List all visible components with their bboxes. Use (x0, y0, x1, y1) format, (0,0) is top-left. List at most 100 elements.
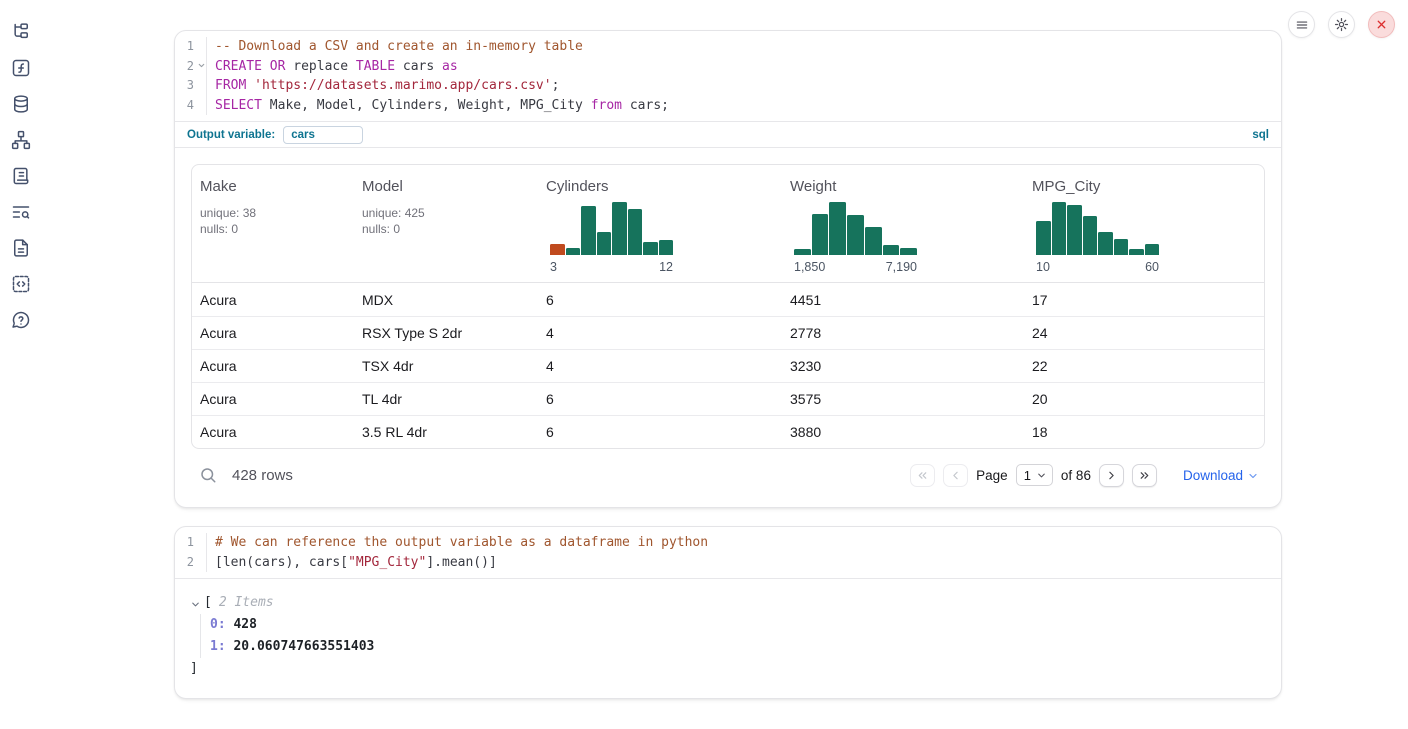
table-row[interactable]: AcuraMDX6445117 (192, 283, 1264, 316)
code-line[interactable]: 2[len(cars), cars["MPG_City"].mean()] (175, 553, 1281, 573)
chevron-down-icon (1247, 470, 1259, 482)
histogram-bar[interactable] (597, 232, 612, 255)
folder-tree-icon[interactable] (11, 22, 31, 42)
histogram-bar[interactable] (1036, 221, 1051, 255)
table-cell: 6 (538, 391, 782, 407)
table-row[interactable]: AcuraTL 4dr6357520 (192, 382, 1264, 415)
table-cell: 2778 (782, 325, 1024, 341)
table-cell: 3575 (782, 391, 1024, 407)
axis-min-label: 3 (550, 260, 557, 274)
column-header-model[interactable]: Modelunique: 425nulls: 0 (354, 165, 538, 282)
code-line[interactable]: 3FROM 'https://datasets.marimo.app/cars.… (175, 76, 1281, 96)
histogram-bar[interactable] (900, 248, 917, 255)
page-select[interactable]: 1 (1016, 464, 1053, 486)
histogram-bar[interactable] (847, 215, 864, 255)
data-table: Makeunique: 38nulls: 0Modelunique: 425nu… (191, 164, 1265, 449)
code-line[interactable]: 4SELECT Make, Model, Cylinders, Weight, … (175, 96, 1281, 116)
column-header-weight[interactable]: Weight1,8507,190 (782, 165, 1024, 282)
histogram-bar[interactable] (1052, 202, 1067, 255)
scroll-text-icon[interactable] (11, 166, 31, 186)
fold-chevron-icon[interactable] (197, 61, 206, 70)
menu-button[interactable] (1288, 11, 1315, 38)
column-header-make[interactable]: Makeunique: 38nulls: 0 (192, 165, 354, 282)
column-histogram[interactable]: 312 (550, 202, 673, 274)
code-content: [len(cars), cars["MPG_City"].mean()] (206, 553, 1281, 573)
previous-page-button[interactable] (943, 464, 968, 487)
axis-max-label: 7,190 (886, 260, 917, 274)
table-footer: 428 rows Page 1 (191, 459, 1265, 491)
table-cell: TL 4dr (354, 391, 538, 407)
table-cell: 3880 (782, 424, 1024, 440)
help-circle-icon[interactable] (11, 310, 31, 330)
language-badge: sql (1252, 129, 1269, 141)
histogram-bar[interactable] (812, 214, 829, 255)
table-cell: Acura (192, 292, 354, 308)
collapse-chevron-icon[interactable] (190, 599, 201, 610)
function-square-icon[interactable] (11, 58, 31, 78)
next-page-button[interactable] (1099, 464, 1124, 487)
column-histogram[interactable]: 1060 (1036, 202, 1159, 274)
line-number: 2 (175, 553, 206, 573)
column-header-cylinders[interactable]: Cylinders312 (538, 165, 782, 282)
table-body: AcuraMDX6445117AcuraRSX Type S 2dr427782… (192, 283, 1264, 448)
code-square-icon[interactable] (11, 274, 31, 294)
histogram-bar[interactable] (1083, 216, 1098, 255)
histogram-bar[interactable] (794, 249, 811, 255)
code-line[interactable]: 1-- Download a CSV and create an in-memo… (175, 37, 1281, 57)
histogram-bar[interactable] (643, 242, 658, 255)
column-header-mpg_city[interactable]: MPG_City1060 (1024, 165, 1264, 282)
histogram-bar[interactable] (1129, 249, 1144, 255)
histogram-bar[interactable] (1114, 239, 1129, 255)
table-row[interactable]: AcuraRSX Type S 2dr4277824 (192, 316, 1264, 349)
network-icon[interactable] (11, 130, 31, 150)
histogram-bar[interactable] (659, 240, 674, 255)
output-variable-bar: Output variable: sql (175, 121, 1281, 147)
histogram-axis: 1,8507,190 (794, 260, 917, 274)
line-number: 1 (175, 533, 206, 553)
table-cell: Acura (192, 424, 354, 440)
table-row[interactable]: Acura3.5 RL 4dr6388018 (192, 415, 1264, 448)
sql-cell: 1-- Download a CSV and create an in-memo… (174, 30, 1282, 508)
download-label: Download (1183, 468, 1243, 483)
page-total-label: of 86 (1061, 468, 1091, 483)
histogram-bar[interactable] (566, 248, 581, 255)
search-icon[interactable] (199, 466, 217, 484)
histogram-axis: 1060 (1036, 260, 1159, 274)
code-line[interactable]: 1# We can reference the output variable … (175, 533, 1281, 553)
page-label: Page (976, 468, 1008, 483)
last-page-button[interactable] (1132, 464, 1157, 487)
database-icon[interactable] (11, 94, 31, 114)
first-page-button[interactable] (910, 464, 935, 487)
table-row[interactable]: AcuraTSX 4dr4323022 (192, 349, 1264, 382)
items-count: 2 Items (219, 592, 274, 614)
histogram-bar[interactable] (581, 206, 596, 255)
shutdown-button[interactable] (1368, 11, 1395, 38)
histogram-bar[interactable] (865, 227, 882, 255)
table-cell: 3.5 RL 4dr (354, 424, 538, 440)
settings-button[interactable] (1328, 11, 1355, 38)
histogram-bar[interactable] (1067, 205, 1082, 255)
sql-code-editor[interactable]: 1-- Download a CSV and create an in-memo… (175, 31, 1281, 121)
histogram-bar[interactable] (883, 245, 900, 255)
python-code-editor[interactable]: 1# We can reference the output variable … (175, 527, 1281, 578)
histogram-bar[interactable] (829, 202, 846, 255)
histogram-axis: 312 (550, 260, 673, 274)
histogram-bar[interactable] (550, 244, 565, 255)
row-count: 428 rows (232, 467, 293, 484)
code-line[interactable]: 2CREATE OR replace TABLE cars as (175, 57, 1281, 77)
file-text-icon[interactable] (11, 238, 31, 258)
histogram-bar[interactable] (612, 202, 627, 255)
column-stats: unique: 425nulls: 0 (362, 205, 530, 237)
histogram-bar[interactable] (628, 209, 643, 255)
output-variable-input[interactable] (283, 126, 363, 144)
table-cell: 17 (1024, 292, 1264, 308)
column-histogram[interactable]: 1,8507,190 (794, 202, 917, 274)
pagination: Page 1 of 86 (910, 464, 1259, 487)
histogram-bar[interactable] (1098, 232, 1113, 255)
code-content: FROM 'https://datasets.marimo.app/cars.c… (206, 76, 1281, 96)
text-search-icon[interactable] (11, 202, 31, 222)
column-title: Make (200, 178, 346, 195)
histogram-bar[interactable] (1145, 244, 1160, 255)
download-button[interactable]: Download (1183, 468, 1259, 483)
table-cell: 22 (1024, 358, 1264, 374)
